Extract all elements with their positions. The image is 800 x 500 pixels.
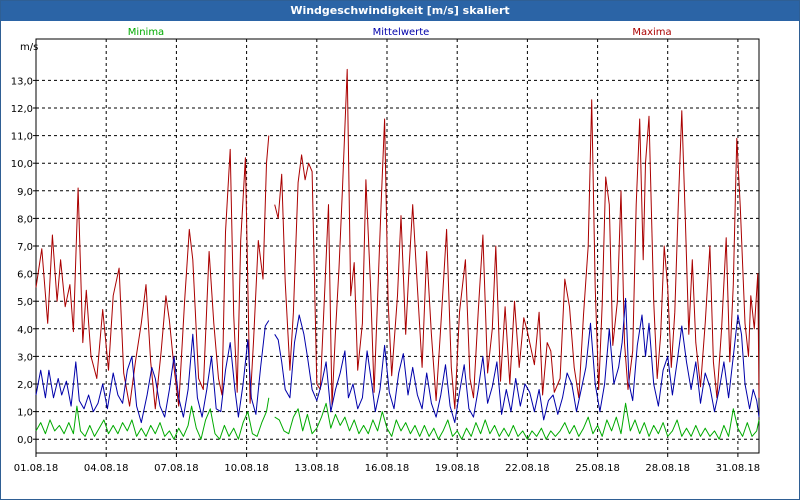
- y-axis-unit: m/s: [20, 42, 38, 53]
- y-tick-label: 8,0: [17, 214, 33, 225]
- y-tick-label: 12,0: [11, 104, 33, 115]
- x-tick-label: 01.08.18: [14, 463, 59, 474]
- x-tick-label: 10.08.18: [224, 463, 269, 474]
- x-tick-label: 28.08.18: [645, 463, 690, 474]
- x-axis: 01.08.18 04.08.18 07.08.18 10.08.18 13.08.18…: [14, 453, 760, 474]
- y-tick-label: 4,0: [17, 325, 33, 336]
- y-tick-label: 2,0: [17, 380, 33, 391]
- y-tick-label: 7,0: [17, 242, 33, 253]
- chart-canvas: 0,0 1,0 2,0 3,0 4,0 5,0 6,0 7,0 8,0 9,0 10,0 11,0 12…: [11, 27, 760, 474]
- y-tick-label: 10,0: [11, 159, 33, 170]
- y-tick-label: 1,0: [17, 408, 33, 419]
- x-tick-label: 04.08.18: [84, 463, 129, 474]
- y-tick-label: 9,0: [17, 187, 33, 198]
- x-tick-label: 25.08.18: [575, 463, 620, 474]
- y-tick-label: 5,0: [17, 297, 33, 308]
- y-tick-label: 0,0: [17, 435, 33, 446]
- legend-mittelwerte: Mittelwerte: [373, 27, 430, 38]
- legend-minima: Minima: [128, 27, 164, 38]
- y-tick-label: 3,0: [17, 352, 33, 363]
- y-tick-label: 11,0: [11, 132, 33, 143]
- x-tick-label: 22.08.18: [505, 463, 550, 474]
- legend-maxima: Maxima: [632, 27, 671, 38]
- x-tick-label: 07.08.18: [154, 463, 199, 474]
- y-tick-label: 13,0: [11, 76, 33, 87]
- x-tick-label: 16.08.18: [365, 463, 410, 474]
- x-tick-label: 31.08.18: [716, 463, 761, 474]
- y-tick-label: 6,0: [17, 270, 33, 281]
- x-tick-label: 19.08.18: [435, 463, 480, 474]
- y-axis: 0,0 1,0 2,0 3,0 4,0 5,0 6,0 7,0 8,0 9,0 10,0 11,0 12…: [11, 76, 36, 446]
- x-tick-label: 13.08.18: [295, 463, 340, 474]
